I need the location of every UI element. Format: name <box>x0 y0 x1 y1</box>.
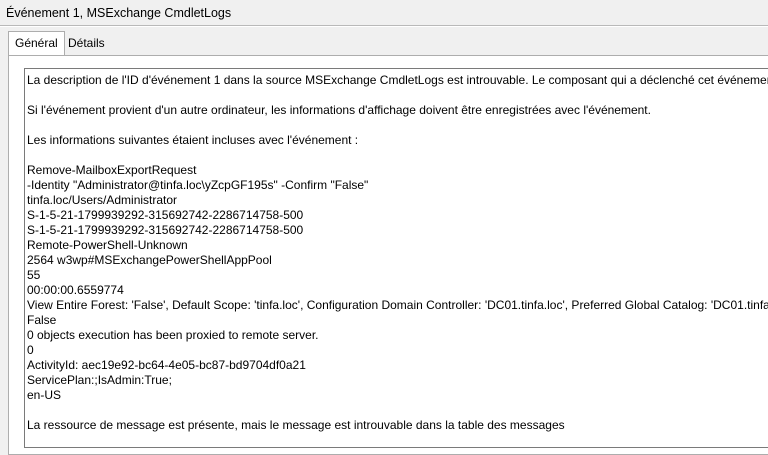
blank-line <box>27 148 768 163</box>
description-line: 0 <box>27 343 34 357</box>
description-line: 2564 w3wp#MSExchangePowerShellAppPool <box>27 253 272 267</box>
description-line: ActivityId: aec19e92-bc64-4e05-bc87-bd97… <box>27 358 306 372</box>
tab-strip: Général Détails <box>0 31 768 55</box>
description-line: tinfa.loc/Users/Administrator <box>27 193 178 207</box>
description-line: La description de l'ID d'événement 1 dan… <box>27 73 768 87</box>
blank-line <box>27 88 768 103</box>
description-line: Remove-MailboxExportRequest <box>27 163 197 177</box>
title-bar: Événement 1, MSExchange CmdletLogs <box>0 0 768 26</box>
blank-line <box>27 403 768 418</box>
description-line: 55 <box>27 268 41 282</box>
description-line: en-US <box>27 388 62 402</box>
description-line: S-1-5-21-1799939292-315692742-2286714758… <box>27 208 304 222</box>
description-line: ServicePlan:;IsAdmin:True; <box>27 373 172 387</box>
blank-line <box>27 118 768 133</box>
description-line: View Entire Forest: 'False', Default Sco… <box>27 298 768 312</box>
description-line: False <box>27 313 57 327</box>
description-line: 0 objects execution has been proxied to … <box>27 328 319 342</box>
tab-details[interactable]: Détails <box>62 33 111 55</box>
event-properties-window: Événement 1, MSExchange CmdletLogs Génér… <box>0 0 768 455</box>
description-line: Remote-PowerShell-Unknown <box>27 238 188 252</box>
tab-general[interactable]: Général <box>8 31 65 55</box>
description-line: -Identity "Administrator@tinfa.loc\yZcpG… <box>27 178 369 192</box>
description-line: Si l'événement provient d'un autre ordin… <box>27 103 651 117</box>
window-title: Événement 1, MSExchange CmdletLogs <box>6 6 232 20</box>
title-divider <box>0 26 768 27</box>
description-line: La ressource de message est présente, ma… <box>27 418 565 432</box>
event-description-textbox[interactable]: La description de l'ID d'événement 1 dan… <box>24 68 768 448</box>
description-line: S-1-5-21-1799939292-315692742-2286714758… <box>27 223 304 237</box>
event-description-text: La description de l'ID d'événement 1 dan… <box>27 73 768 433</box>
description-line: 00:00:00.6559774 <box>27 283 124 297</box>
general-tab-panel: La description de l'ID d'événement 1 dan… <box>8 55 768 455</box>
description-line: Les informations suivantes étaient inclu… <box>27 133 359 147</box>
